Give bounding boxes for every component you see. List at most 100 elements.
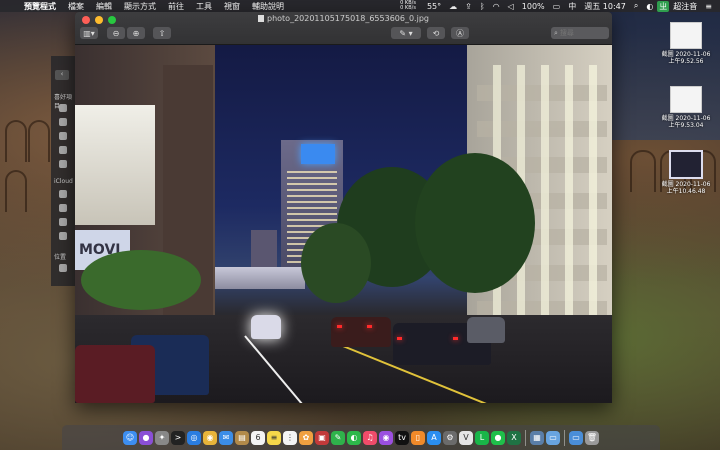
wifi-icon[interactable]: ◠ xyxy=(489,2,504,11)
car xyxy=(75,345,155,403)
chrome-icon[interactable]: ◉ xyxy=(203,430,217,445)
markup-button[interactable]: Ⓐ xyxy=(451,27,469,39)
menu-view[interactable]: 顯示方式 xyxy=(118,1,162,12)
car xyxy=(331,317,391,347)
preview-icon[interactable]: ▦ xyxy=(530,430,544,445)
battery-percent[interactable]: 100% xyxy=(518,2,549,11)
search-input[interactable] xyxy=(557,29,604,37)
desktop-file[interactable]: 截圖 2020-11-06 上午9.53.04 xyxy=(656,86,716,129)
zoom-in-button[interactable]: ⊕ xyxy=(127,27,145,39)
input-method[interactable]: 中 xyxy=(564,1,580,12)
tv-icon[interactable]: tv xyxy=(395,430,409,445)
wechat-icon[interactable]: ● xyxy=(491,430,505,445)
menu-app-name[interactable]: 預覽程式 xyxy=(18,1,62,12)
file-name-line2: 上午9.53.04 xyxy=(668,122,704,129)
music-icon[interactable]: ♫ xyxy=(363,430,377,445)
search-spotlight-icon[interactable]: ⌕ xyxy=(630,1,642,11)
window-titlebar[interactable]: photo_20201105175018_6553606_0.jpg ▥▾ ⊖ … xyxy=(75,12,612,45)
share-icon: ⇧ xyxy=(158,28,166,38)
sidebar-label-locations: 位置 xyxy=(54,254,67,261)
mail-icon[interactable]: ✉ xyxy=(219,430,233,445)
menu-file[interactable]: 檔案 xyxy=(62,1,90,12)
upload-icon[interactable]: ⇪ xyxy=(461,2,476,11)
zoom-out-button[interactable]: ⊖ xyxy=(107,27,125,39)
reminders-icon[interactable]: ⋮ xyxy=(283,430,297,445)
input-app-label[interactable]: 超注音 xyxy=(669,1,701,12)
battery-icon[interactable]: ▭ xyxy=(549,2,565,11)
menu-list-icon[interactable]: ≡ xyxy=(701,2,716,11)
siri-icon[interactable]: ● xyxy=(139,430,153,445)
airdrop-icon[interactable] xyxy=(59,104,67,112)
applications-icon[interactable] xyxy=(59,132,67,140)
excel-icon[interactable]: X xyxy=(507,430,521,445)
downloads-folder-icon[interactable]: ▭ xyxy=(569,430,583,445)
cloud-icon[interactable]: ☁ xyxy=(445,2,461,11)
desktop-file[interactable]: 截圖 2020-11-06 上午10.46.48 xyxy=(656,150,716,195)
clock[interactable]: 週五 10:47 xyxy=(580,1,630,12)
safari-icon[interactable]: ◎ xyxy=(187,430,201,445)
network-speed[interactable]: 0 KB/s 0 KB/s xyxy=(393,1,423,11)
notes-yellow-icon[interactable]: ≡ xyxy=(267,430,281,445)
wallpaper-arch xyxy=(28,120,50,162)
document-icon xyxy=(258,15,264,22)
car xyxy=(467,317,505,343)
skybridge xyxy=(215,267,305,289)
folder-icon[interactable] xyxy=(59,232,67,240)
terminal-icon[interactable]: > xyxy=(171,430,185,445)
launchpad-icon[interactable]: ✦ xyxy=(155,430,169,445)
downloads-icon[interactable] xyxy=(59,146,67,154)
app-store-icon[interactable]: A xyxy=(427,430,441,445)
temperature[interactable]: 55° xyxy=(423,2,445,11)
finder-sidebar: ‹ 喜好項目 iCloud 位置 xyxy=(51,56,75,286)
system-preferences-icon[interactable]: ⚙ xyxy=(443,430,457,445)
desktop-folder-icon[interactable] xyxy=(59,160,67,168)
screenshot-thumbnail xyxy=(670,86,702,113)
search-field[interactable]: ⌕ xyxy=(551,27,609,39)
wallpaper-arch xyxy=(5,170,27,212)
icloud-drive-icon[interactable] xyxy=(59,190,67,198)
disk-icon[interactable] xyxy=(59,264,67,272)
taillight xyxy=(453,337,458,340)
share-button[interactable]: ⇧ xyxy=(153,27,171,39)
taillight xyxy=(337,325,342,328)
menu-tools[interactable]: 工具 xyxy=(190,1,218,12)
notes-icon[interactable]: ▤ xyxy=(235,430,249,445)
control-center-icon[interactable]: ◐ xyxy=(642,2,657,11)
tree xyxy=(81,250,201,310)
desktop-file[interactable]: 截圖 2020-11-06 上午9.52.56 xyxy=(656,22,716,65)
menu-help[interactable]: 輔助說明 xyxy=(246,1,290,12)
menu-go[interactable]: 前往 xyxy=(162,1,190,12)
dock-separator xyxy=(564,429,565,446)
photo-canvas[interactable]: MOVI xyxy=(75,45,612,403)
back-button[interactable]: ‹ xyxy=(55,70,69,80)
vectorize-icon[interactable]: V xyxy=(459,430,473,445)
sidebar-toggle-button[interactable]: ▥▾ xyxy=(80,27,98,39)
photo-booth-icon[interactable]: ▣ xyxy=(315,430,329,445)
folder-icon[interactable] xyxy=(59,204,67,212)
messages-icon[interactable]: ✎ xyxy=(331,430,345,445)
tree xyxy=(301,223,371,303)
volume-icon[interactable]: ◁ xyxy=(504,2,518,11)
trash-icon[interactable]: 🗑 xyxy=(585,430,599,445)
finder-folder-icon[interactable]: ▭ xyxy=(546,430,560,445)
tree xyxy=(415,153,535,293)
recents-icon[interactable] xyxy=(59,118,67,126)
facetime-icon[interactable]: ◐ xyxy=(347,430,361,445)
folder-icon[interactable] xyxy=(59,218,67,226)
photos-icon[interactable]: ✿ xyxy=(299,430,313,445)
books-icon[interactable]: ▯ xyxy=(411,430,425,445)
preview-window: photo_20201105175018_6553606_0.jpg ▥▾ ⊖ … xyxy=(75,12,612,403)
podcasts-icon[interactable]: ◉ xyxy=(379,430,393,445)
finder-icon[interactable]: ☺ xyxy=(123,430,137,445)
menu-window[interactable]: 視窗 xyxy=(218,1,246,12)
menu-bar: 預覽程式 檔案 編輯 顯示方式 前往 工具 視窗 輔助說明 0 KB/s 0 K… xyxy=(0,0,720,12)
calendar-icon[interactable]: 6 xyxy=(251,430,265,445)
markup-toolbar-button[interactable]: ✎ ▾ xyxy=(391,27,421,39)
taillight xyxy=(367,325,372,328)
net-down: 0 KB/s xyxy=(400,5,416,11)
bluetooth-icon[interactable]: ᛒ xyxy=(476,2,489,11)
rotate-button[interactable]: ⟲ xyxy=(427,27,445,39)
line-icon[interactable]: L xyxy=(475,430,489,445)
input-app-icon[interactable]: ㄓ xyxy=(657,0,670,12)
menu-edit[interactable]: 編輯 xyxy=(90,1,118,12)
